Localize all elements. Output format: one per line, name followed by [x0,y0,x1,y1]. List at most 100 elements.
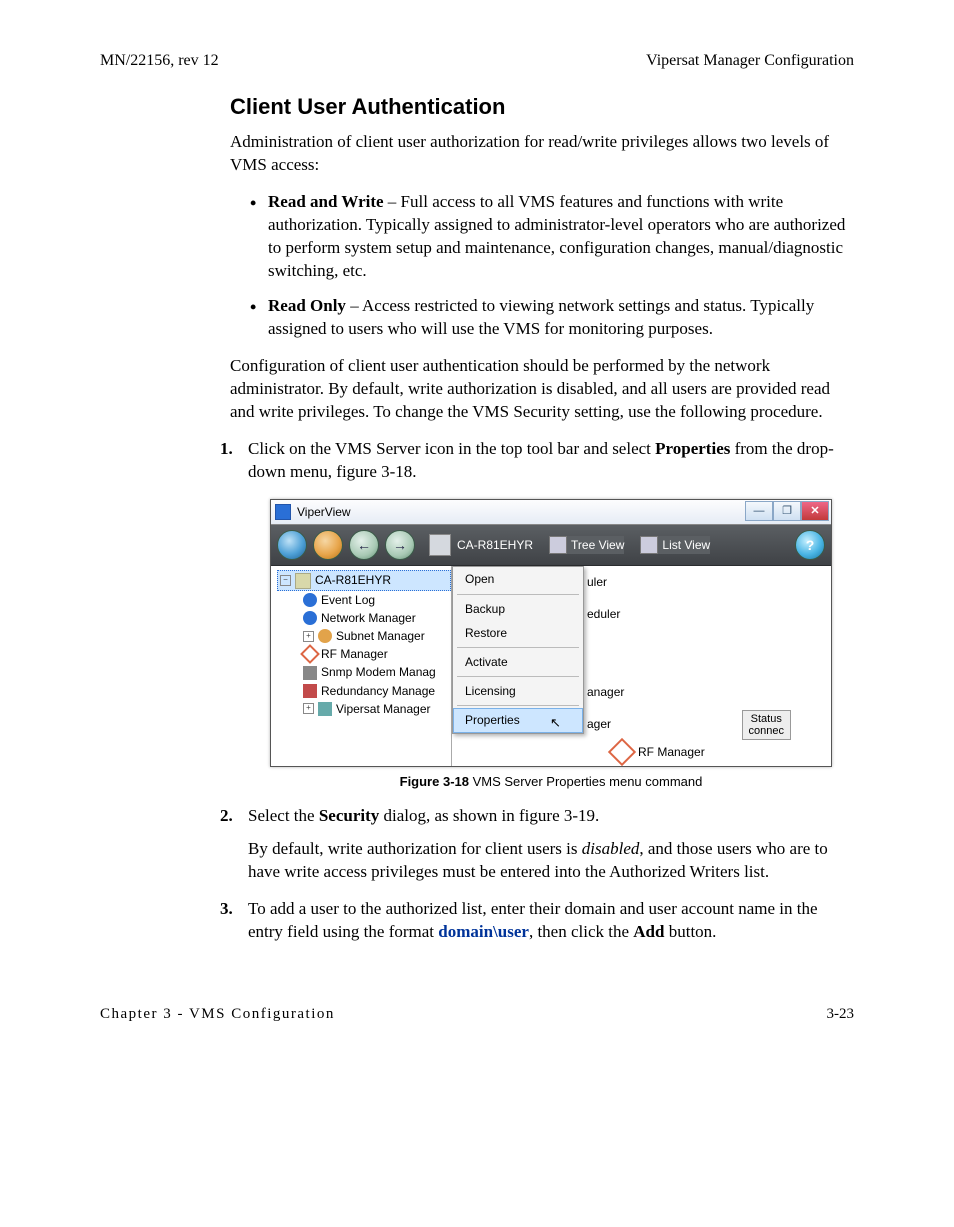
window-titlebar[interactable]: ViperView — ❐ ✕ [271,500,831,525]
maximize-button[interactable]: ❐ [773,501,801,521]
list-view-label: List View [662,537,710,553]
tree-item-subnet[interactable]: + Subnet Manager [301,627,451,645]
rf-label: RF Manager [638,744,705,760]
expand-icon[interactable]: + [303,631,314,642]
window-body: − CA-R81EHYR Event Log Network Manager +… [271,566,831,766]
step-1: 1. Click on the VMS Server icon in the t… [100,438,854,791]
step-number: 1. [220,438,233,461]
step-3: 3. To add a user to the authorized list,… [100,898,854,944]
step-number: 3. [220,898,233,921]
page-footer: Chapter 3 - VMS Configuration 3-23 [100,1004,854,1024]
tree-label: Redundancy Manage [321,683,435,699]
step-3-post: button. [664,922,716,941]
ctx-separator [457,647,579,648]
tree-pane[interactable]: − CA-R81EHYR Event Log Network Manager +… [271,566,452,766]
ctx-separator [457,676,579,677]
tree-label: Event Log [321,592,375,608]
content-pane: Open Backup Restore Activate Licensing P… [452,566,831,766]
step-3-mid: , then click the [529,922,633,941]
tree-label: RF Manager [321,646,388,662]
app-icon [275,504,291,520]
config-paragraph: Configuration of client user authenticat… [230,355,854,424]
snmp-icon [303,666,317,680]
step-2-sub-ital: disabled [582,839,640,858]
subnet-icon [318,629,332,643]
step-2-sub: By default, write authorization for clie… [248,838,854,884]
ctx-separator [457,594,579,595]
tree-item-redundancy[interactable]: Redundancy Manage [301,682,451,700]
window-title: ViperView [297,504,351,520]
tree-root[interactable]: − CA-R81EHYR [277,570,451,590]
back-button[interactable]: ← [349,530,379,560]
tree-item-snmp[interactable]: Snmp Modem Manag [301,663,451,681]
home-icon[interactable] [313,530,343,560]
tree-item-network[interactable]: Network Manager [301,609,451,627]
tree-icon [549,536,567,554]
access-levels-list: Read and Write – Full access to all VMS … [230,191,854,341]
ctx-properties[interactable]: Properties [453,708,583,732]
eventlog-icon [303,593,317,607]
context-menu: Open Backup Restore Activate Licensing P… [452,566,584,733]
list-icon [640,536,658,554]
tree-item-eventlog[interactable]: Event Log [301,591,451,609]
forward-button[interactable]: → [385,530,415,560]
globe-icon[interactable] [277,530,307,560]
server-icon[interactable] [429,534,451,556]
close-button[interactable]: ✕ [801,501,829,521]
tree-view-toggle[interactable]: Tree View [549,536,624,554]
network-icon [303,611,317,625]
page-header: MN/22156, rev 12 Vipersat Manager Config… [100,50,854,72]
ctx-open[interactable]: Open [453,567,583,591]
status-line2: connec [749,725,784,737]
bullet-read-write: Read and Write – Full access to all VMS … [250,191,854,283]
viperview-window: ViperView — ❐ ✕ ← → CA-R81EHYR [270,499,832,767]
figure-3-18: ViperView — ❐ ✕ ← → CA-R81EHYR [248,499,854,791]
footer-right: 3-23 [827,1004,855,1024]
step-2-pre: Select the [248,806,319,825]
tree-root-label: CA-R81EHYR [315,572,391,588]
intro-paragraph: Administration of client user authorizat… [230,131,854,177]
figure-caption: Figure 3-18 VMS Server Properties menu c… [248,773,854,791]
bullet-read-only: Read Only – Access restricted to viewing… [250,295,854,341]
ctx-restore[interactable]: Restore [453,621,583,645]
ctx-separator [457,705,579,706]
footer-left: Chapter 3 - VMS Configuration [100,1004,335,1024]
status-badge: Status connec [742,710,791,740]
collapse-icon[interactable]: − [280,575,291,586]
ctx-backup[interactable]: Backup [453,597,583,621]
expand-icon[interactable]: + [303,703,314,714]
tree-label: Snmp Modem Manag [321,664,436,680]
step-1-pre: Click on the VMS Server icon in the top … [248,439,655,458]
server-folder-icon [295,573,311,589]
step-2-sub-pre: By default, write authorization for clie… [248,839,582,858]
bullet-bold: Read Only [268,296,346,315]
ctx-activate[interactable]: Activate [453,650,583,674]
bullet-bold: Read and Write [268,192,384,211]
help-icon[interactable]: ? [795,530,825,560]
header-left: MN/22156, rev 12 [100,50,219,72]
step-2-bold: Security [319,806,379,825]
step-2: 2. Select the Security dialog, as shown … [100,805,854,884]
bg-text: ager [587,716,611,732]
step-3-blue: domain\user [438,922,529,941]
tree-view-label: Tree View [571,537,624,553]
server-name[interactable]: CA-R81EHYR [457,537,533,553]
step-number: 2. [220,805,233,828]
header-right: Vipersat Manager Configuration [646,50,854,72]
ctx-licensing[interactable]: Licensing [453,679,583,703]
bg-text: uler [587,574,607,590]
status-line1: Status [749,713,784,725]
bg-text: anager [587,684,624,700]
list-view-toggle[interactable]: List View [640,536,710,554]
step-3-bold: Add [633,922,664,941]
figure-label-bold: Figure 3-18 [400,774,469,789]
window-controls: — ❐ ✕ [745,501,829,521]
tree-item-rf[interactable]: RF Manager [301,645,451,663]
tree-label: Subnet Manager [336,628,425,644]
tree-item-vipersat[interactable]: +Vipersat Manager [301,700,451,718]
figure-label-rest: VMS Server Properties menu command [469,774,702,789]
step-2-post: dialog, as shown in figure 3-19. [379,806,599,825]
rf-manager-row[interactable]: RF Manager [612,742,705,762]
minimize-button[interactable]: — [745,501,773,521]
bullet-rest: – Access restricted to viewing network s… [268,296,814,338]
